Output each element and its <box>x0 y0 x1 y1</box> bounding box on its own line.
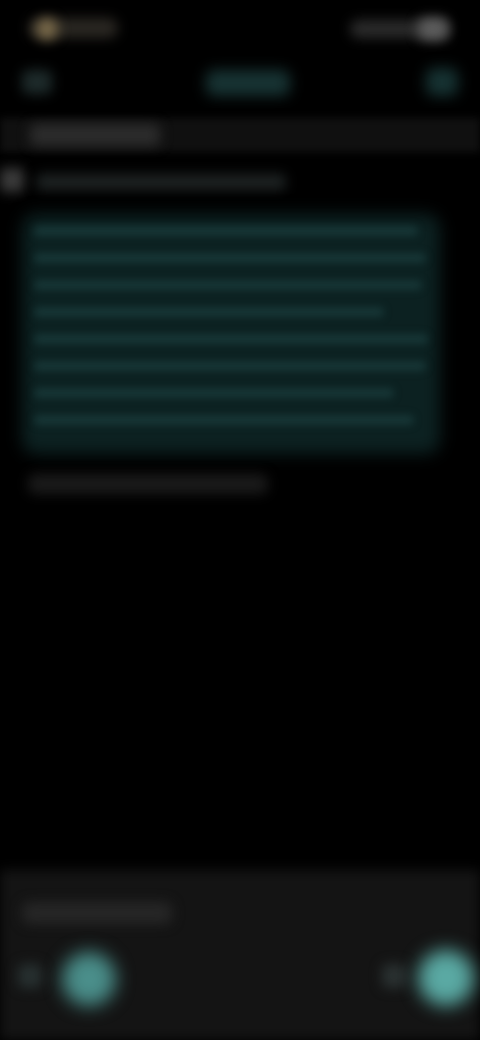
attachment-icon[interactable] <box>18 964 42 988</box>
message-line <box>34 334 428 344</box>
header-text <box>30 124 160 146</box>
message-line <box>34 415 414 425</box>
message-text <box>34 226 430 446</box>
composer-panel <box>0 870 480 1040</box>
toolbar-title <box>206 70 290 96</box>
sub-marker <box>0 168 24 192</box>
message-input[interactable] <box>22 902 172 924</box>
message-line <box>34 253 426 263</box>
battery-icon <box>418 18 448 40</box>
send-icon[interactable] <box>418 950 474 1006</box>
message-meta <box>28 474 268 494</box>
message-line <box>34 361 426 371</box>
message-line <box>34 280 422 290</box>
record-icon[interactable] <box>62 952 116 1006</box>
toolbar-action-icon[interactable] <box>426 68 458 96</box>
screen <box>0 0 480 1040</box>
emoji-icon[interactable] <box>382 964 406 988</box>
clock-icon <box>36 18 58 40</box>
message-line <box>34 226 418 236</box>
back-arrow-icon[interactable] <box>22 70 52 94</box>
sub-text <box>36 174 286 190</box>
message-line <box>34 307 384 317</box>
message-line <box>34 388 394 398</box>
